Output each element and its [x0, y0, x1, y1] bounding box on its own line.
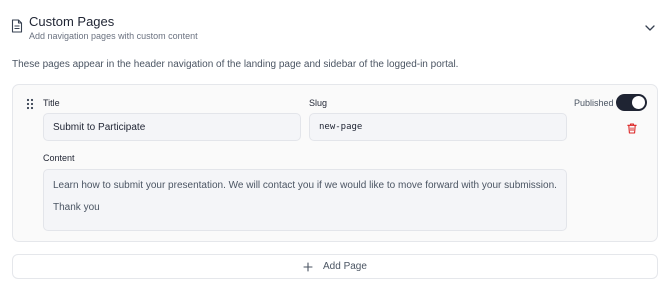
drag-handle-icon[interactable]	[26, 98, 34, 110]
plus-icon	[303, 262, 313, 272]
content-label: Content	[43, 153, 75, 163]
content-textarea[interactable]: Learn how to submit your presentation. W…	[43, 169, 567, 231]
section-title: Custom Pages	[29, 14, 115, 29]
content-line: Learn how to submit your presentation. W…	[53, 180, 557, 191]
slug-input[interactable]: new-page	[309, 113, 567, 141]
title-input[interactable]: Submit to Participate	[43, 113, 301, 141]
custom-page-card: Title Submit to Participate Slug new-pag…	[12, 84, 658, 242]
custom-pages-header[interactable]: Custom Pages Add navigation pages with c…	[0, 0, 670, 48]
collapse-toggle-button[interactable]	[640, 18, 660, 38]
title-label: Title	[43, 98, 60, 108]
content-line: Thank you	[53, 202, 100, 213]
slug-label: Slug	[309, 98, 328, 108]
section-description: These pages appear in the header navigat…	[12, 59, 459, 70]
document-icon	[11, 19, 23, 33]
add-page-label: Add Page	[323, 261, 367, 272]
add-page-button[interactable]: Add Page	[12, 254, 658, 279]
published-label: Published	[574, 98, 614, 108]
trash-icon	[627, 122, 637, 134]
chevron-down-icon	[645, 25, 655, 31]
section-subtitle: Add navigation pages with custom content	[29, 31, 198, 41]
published-toggle[interactable]	[616, 94, 647, 111]
delete-page-button[interactable]	[625, 121, 639, 135]
toggle-knob	[632, 96, 645, 109]
